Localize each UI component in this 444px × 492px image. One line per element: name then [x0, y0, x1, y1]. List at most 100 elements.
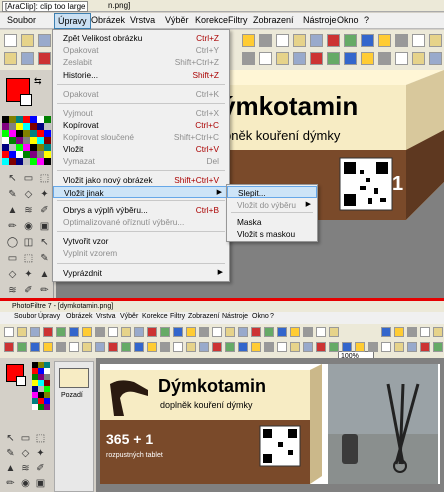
top-tool-icon[interactable]: ✦ [38, 188, 51, 201]
bottom-toolbar-button-0-11[interactable] [147, 327, 157, 337]
toolbar-button-1-17[interactable] [293, 52, 306, 65]
bottom-secondary-color-swatch[interactable] [16, 376, 26, 386]
top-palette-swatch[interactable] [44, 116, 51, 123]
top-tool-icon[interactable]: ↖ [38, 236, 51, 249]
paste-special-item-3[interactable]: Vložit s maskou [227, 228, 317, 240]
bottom-toolbar-button-0-14[interactable] [186, 327, 196, 337]
bottom-toolbar-button-0-6[interactable] [82, 327, 92, 337]
top-palette-swatch[interactable] [2, 151, 9, 158]
bottom-toolbar-button-0-9[interactable] [121, 327, 131, 337]
bottom-toolbar-button-0-0[interactable] [4, 327, 14, 337]
top-palette-swatch[interactable] [16, 144, 23, 151]
layer-thumbnail[interactable] [59, 368, 89, 388]
top-palette-swatch[interactable] [23, 158, 30, 165]
bottom-menu-1[interactable]: Úpravy [38, 313, 60, 320]
top-tool-icon[interactable]: ≋ [22, 204, 35, 217]
paste-special-item-2[interactable]: Maska [227, 216, 317, 228]
toolbar-button-0-14[interactable] [242, 34, 255, 47]
top-palette-swatch[interactable] [30, 130, 37, 137]
bottom-toolbar-button-1-10[interactable] [134, 342, 144, 352]
bottom-toolbar-button-0-25[interactable] [329, 327, 339, 337]
bottom-toolbar-button-0-15[interactable] [199, 327, 209, 337]
bottom-toolbar-button-0-22[interactable] [290, 327, 300, 337]
bottom-toolbar-button-0-21[interactable] [277, 327, 287, 337]
bottom-menu-10[interactable]: ? [270, 313, 274, 320]
bottom-toolbar-button-0-33[interactable] [433, 327, 443, 337]
top-tool-icon[interactable]: ▭ [6, 252, 19, 265]
toolbar-button-0-0[interactable] [4, 34, 17, 47]
menu-0[interactable]: Soubor [4, 15, 39, 25]
bottom-canvas-area[interactable]: Dýmkotamin doplněk kouření dýmky 365 + 1… [96, 358, 444, 492]
bottom-toolbar-button-1-25[interactable] [329, 342, 339, 352]
toolbar-button-1-25[interactable] [429, 52, 442, 65]
bottom-tool-icon[interactable]: ✏ [4, 477, 17, 490]
toolbar-button-0-18[interactable] [310, 34, 323, 47]
bottom-toolbar-button-0-13[interactable] [173, 327, 183, 337]
top-tool-icon[interactable]: ≋ [6, 284, 19, 297]
bottom-toolbar-button-1-26[interactable] [342, 342, 352, 352]
top-palette-swatch[interactable] [37, 137, 44, 144]
bottom-toolbar-button-1-3[interactable] [43, 342, 53, 352]
bottom-menu-9[interactable]: Okno [252, 313, 269, 320]
bottom-toolbar-button-0-31[interactable] [407, 327, 417, 337]
menu-6[interactable]: Filtry [225, 15, 251, 25]
toolbar-button-0-16[interactable] [276, 34, 289, 47]
bottom-toolbar-button-1-9[interactable] [121, 342, 131, 352]
top-tool-icon[interactable]: ▲ [38, 268, 51, 281]
top-palette-swatch[interactable] [16, 130, 23, 137]
top-tool-icon[interactable]: ▭ [22, 172, 35, 185]
top-palette-swatch[interactable] [16, 116, 23, 123]
top-palette-swatch[interactable] [9, 144, 16, 151]
bottom-toolbar-button-0-19[interactable] [251, 327, 261, 337]
bottom-toolbar-button-1-23[interactable] [303, 342, 313, 352]
top-palette-swatch[interactable] [23, 123, 30, 130]
bottom-toolbar-button-1-19[interactable] [251, 342, 261, 352]
bottom-toolbar-button-1-24[interactable] [316, 342, 326, 352]
top-tool-icon[interactable]: ◇ [6, 268, 19, 281]
toolbar-button-0-2[interactable] [38, 34, 51, 47]
bottom-toolbar-button-1-12[interactable] [160, 342, 170, 352]
top-palette-swatch[interactable] [30, 116, 37, 123]
bottom-toolbar-button-1-1[interactable] [17, 342, 27, 352]
top-palette-swatch[interactable] [9, 158, 16, 165]
top-palette-swatch[interactable] [37, 123, 44, 130]
bottom-toolbar-button-1-6[interactable] [82, 342, 92, 352]
bottom-toolbar-button-1-7[interactable] [95, 342, 105, 352]
top-palette-swatch[interactable] [2, 116, 9, 123]
toolbar-button-0-20[interactable] [344, 34, 357, 47]
top-palette-swatch[interactable] [9, 130, 16, 137]
top-palette-swatch[interactable] [30, 137, 37, 144]
top-tool-icon[interactable]: ◇ [22, 188, 35, 201]
toolbar-button-0-25[interactable] [429, 34, 442, 47]
bottom-toolbar-button-0-10[interactable] [134, 327, 144, 337]
menu-7[interactable]: Zobrazení [250, 15, 297, 25]
top-palette-swatch[interactable] [30, 151, 37, 158]
bottom-toolbar-button-1-14[interactable] [186, 342, 196, 352]
top-palette-swatch[interactable] [16, 158, 23, 165]
toolbar-button-0-17[interactable] [293, 34, 306, 47]
menu-1[interactable]: Úpravy [54, 13, 91, 29]
top-palette-swatch[interactable] [23, 130, 30, 137]
edit-menu-item-0[interactable]: Zpět Velikost obrázku Ctrl+Z [53, 32, 229, 44]
bottom-toolbar-button-0-32[interactable] [420, 327, 430, 337]
top-palette-swatch[interactable] [44, 158, 51, 165]
bottom-toolbar-button-0-17[interactable] [225, 327, 235, 337]
menu-2[interactable]: Obrázek [88, 15, 128, 25]
top-palette-swatch[interactable] [16, 137, 23, 144]
bottom-toolbar-button-0-16[interactable] [212, 327, 222, 337]
edit-menu-item-11[interactable]: Vložit jinak ▶ [53, 186, 229, 198]
paste-special-item-0[interactable]: Slepit... [227, 186, 317, 198]
top-tool-icon[interactable]: ✎ [6, 188, 19, 201]
edit-menu-item-10[interactable]: Vložit jako nový obrázek Shift+Ctrl+V [53, 174, 229, 186]
bottom-toolbar-button-0-5[interactable] [69, 327, 79, 337]
toolbar-button-0-1[interactable] [21, 34, 34, 47]
bottom-toolbar-button-0-18[interactable] [238, 327, 248, 337]
top-palette-swatch[interactable] [23, 151, 30, 158]
top-palette-swatch[interactable] [9, 123, 16, 130]
bottom-menu-4[interactable]: Výběr [120, 313, 138, 320]
toolbar-button-0-19[interactable] [327, 34, 340, 47]
top-tool-icon[interactable]: ◉ [22, 220, 35, 233]
top-tool-icon[interactable]: ↖ [6, 172, 19, 185]
toolbar-button-0-15[interactable] [259, 34, 272, 47]
bottom-menu-0[interactable]: Soubor [14, 313, 37, 320]
